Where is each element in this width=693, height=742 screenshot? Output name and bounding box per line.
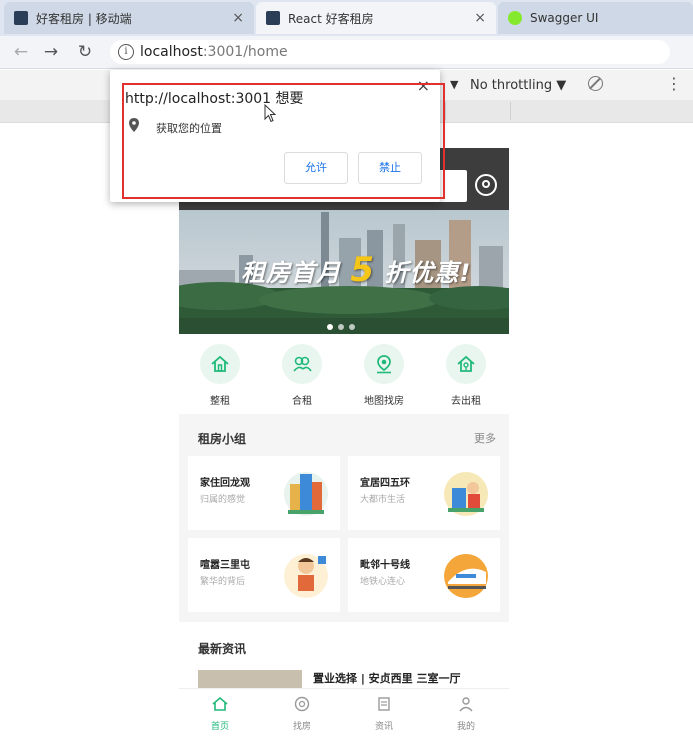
back-arrow-icon[interactable]: ← <box>10 41 32 63</box>
tabbar-label: 首页 <box>210 722 229 732</box>
block-button[interactable]: 禁止 <box>358 152 422 184</box>
people-icon <box>282 344 322 384</box>
bottom-tab-bar: 首页 找房 资讯 我的 <box>179 688 509 742</box>
group-card[interactable]: 毗邻十号线 地铁心连心 <box>348 538 500 612</box>
permission-message: 获取您的位置 <box>156 122 222 135</box>
group-name: 喧嚣三里屯 <box>200 560 250 571</box>
browser-toolbar: ← → ↻ i localhost:3001/home <box>0 36 693 69</box>
banner-text-pre: 租房首月 <box>241 259 341 287</box>
nav-item-label: 地图找房 <box>364 396 404 407</box>
mouse-cursor-icon <box>264 104 277 123</box>
group-desc: 归属的感觉 <box>200 495 246 505</box>
location-permission-popup: http://localhost:3001 想要 × 获取您的位置 允许 禁止 <box>110 70 440 202</box>
rotate-icon[interactable] <box>588 76 603 91</box>
site-info-icon[interactable]: i <box>118 44 134 60</box>
banner-text-number: 5 <box>350 250 376 290</box>
group-card[interactable]: 喧嚣三里屯 繁华的背后 <box>188 538 340 612</box>
group-name: 宜居四五环 <box>360 478 410 489</box>
group-desc: 地铁心连心 <box>360 577 406 587</box>
mobile-viewport: 租房首月 5 折优惠! 整租 合租 地图找房 去出租 租房小组 更多 家住回龙观… <box>179 148 509 742</box>
address-bar[interactable]: i localhost:3001/home <box>110 40 670 64</box>
tab-favicon-icon <box>266 11 280 25</box>
news-icon <box>378 697 390 711</box>
nav-item-rent-out[interactable]: 去出租 <box>425 344 507 407</box>
tabbar-home[interactable]: 首页 <box>179 695 261 732</box>
browser-tab-2[interactable]: React 好客租房 × <box>256 2 496 34</box>
user-icon <box>459 697 473 712</box>
tab-favicon-icon <box>14 11 28 25</box>
groups-more-link[interactable]: 更多 <box>474 430 496 446</box>
subway-illustration-icon <box>444 554 488 598</box>
throttling-select[interactable]: No throttling ▼ <box>470 78 566 93</box>
tab-title: React 好客租房 <box>288 11 374 26</box>
nav-item-whole-rent[interactable]: 整租 <box>179 344 261 407</box>
promo-banner[interactable]: 租房首月 5 折优惠! <box>179 210 509 334</box>
forward-arrow-icon[interactable]: → <box>40 41 62 63</box>
house-rent-icon <box>446 344 486 384</box>
tabbar-label: 找房 <box>292 722 311 732</box>
nav-item-map-search[interactable]: 地图找房 <box>343 344 425 407</box>
tabbar-label: 我的 <box>456 722 475 732</box>
person-illustration-icon <box>284 554 328 598</box>
house-icon <box>200 344 240 384</box>
swagger-favicon-icon <box>508 11 522 25</box>
banner-text: 租房首月 5 折优惠! <box>241 250 471 290</box>
nav-item-label: 去出租 <box>451 396 481 407</box>
search-icon <box>294 696 310 712</box>
allow-button[interactable]: 允许 <box>284 152 348 184</box>
tab-close-icon[interactable]: × <box>474 10 486 26</box>
nav-item-shared-rent[interactable]: 合租 <box>261 344 343 407</box>
browser-tab-3[interactable]: Swagger UI <box>498 2 693 34</box>
home-icon <box>212 696 228 711</box>
tab-title: Swagger UI <box>530 11 599 25</box>
group-name: 家住回龙观 <box>200 478 250 489</box>
carousel-dot[interactable] <box>349 324 355 330</box>
browser-tab-strip: 好客租房 | 移动端 × React 好客租房 × Swagger UI <box>0 0 693 36</box>
buildings-illustration-icon <box>284 472 328 516</box>
address-host: localhost <box>140 44 203 60</box>
location-pin-icon <box>129 118 139 132</box>
group-name: 毗邻十号线 <box>360 560 410 571</box>
group-card[interactable]: 家住回龙观 归属的感觉 <box>188 456 340 530</box>
device-dropdown-icon[interactable]: ▼ <box>450 78 458 91</box>
nav-item-label: 合租 <box>292 396 312 407</box>
group-card[interactable]: 宜居四五环 大都市生活 <box>348 456 500 530</box>
more-options-icon[interactable]: ⋮ <box>666 74 682 93</box>
city-life-illustration-icon <box>444 472 488 516</box>
groups-title: 租房小组 <box>198 432 247 446</box>
carousel-dots <box>327 324 355 330</box>
browser-tab-1[interactable]: 好客租房 | 移动端 × <box>4 2 254 34</box>
reload-icon[interactable]: ↻ <box>74 41 96 63</box>
group-desc: 大都市生活 <box>360 495 406 505</box>
tab-title: 好客租房 | 移动端 <box>36 11 132 26</box>
carousel-dot[interactable] <box>338 324 344 330</box>
rent-groups-section: 租房小组 更多 家住回龙观 归属的感觉 宜居四五环 大都市生活 喧嚣三里屯 繁华… <box>179 418 509 614</box>
close-icon[interactable]: × <box>417 76 430 95</box>
address-path: :3001/home <box>202 44 288 60</box>
news-headline[interactable]: 置业选择 | 安贞西里 三室一厅 <box>313 670 503 686</box>
nav-item-label: 整租 <box>210 396 230 407</box>
banner-text-post: 折优惠! <box>384 259 472 287</box>
tab-close-icon[interactable]: × <box>232 10 244 26</box>
group-desc: 繁华的背后 <box>200 577 246 587</box>
tabbar-label: 资讯 <box>374 722 393 732</box>
map-pin-icon <box>364 344 404 384</box>
carousel-dot[interactable] <box>327 324 333 330</box>
map-icon[interactable] <box>475 174 497 196</box>
tabbar-news[interactable]: 资讯 <box>343 695 425 732</box>
tabbar-mine[interactable]: 我的 <box>425 695 507 732</box>
tabbar-find[interactable]: 找房 <box>261 695 343 732</box>
news-title: 最新资讯 <box>198 642 247 656</box>
nav-menu: 整租 合租 地图找房 去出租 <box>179 334 509 414</box>
